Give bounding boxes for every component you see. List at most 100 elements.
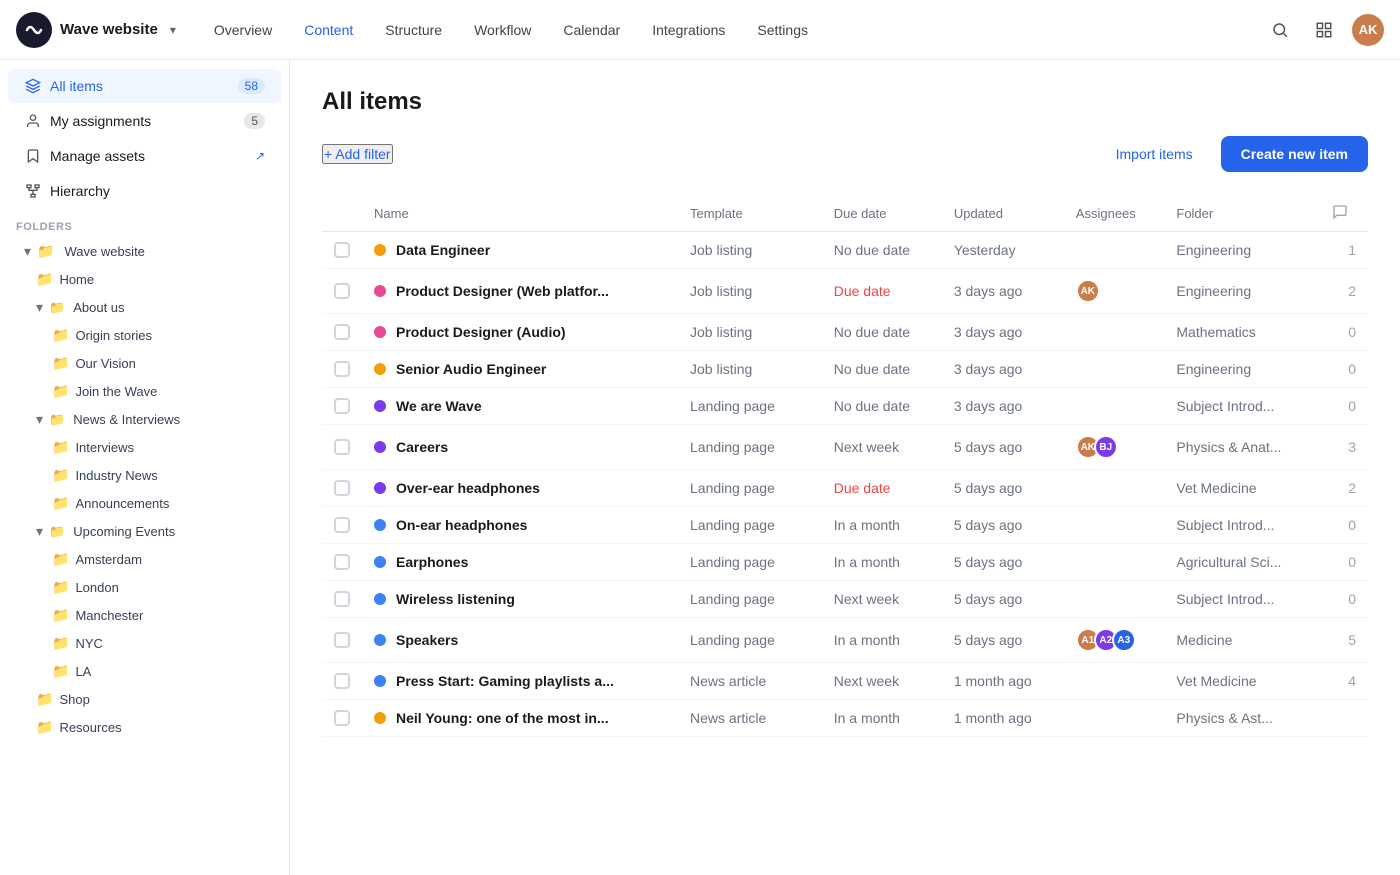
folder-icon: 📁 xyxy=(52,635,69,652)
nav-structure[interactable]: Structure xyxy=(371,16,456,44)
folder-industry-news[interactable]: 📁 Industry News xyxy=(8,462,281,489)
row-comment-count: 0 xyxy=(1320,351,1368,388)
row-due-date: In a month xyxy=(822,700,942,737)
row-updated: 5 days ago xyxy=(942,544,1064,581)
status-dot xyxy=(374,363,386,375)
folder-icon: ▾ xyxy=(36,299,43,316)
row-checkbox[interactable] xyxy=(334,242,350,258)
folder-interviews[interactable]: 📁 Interviews xyxy=(8,434,281,461)
row-checkbox[interactable] xyxy=(334,517,350,533)
row-template: News article xyxy=(678,663,822,700)
grid-button[interactable] xyxy=(1308,14,1340,46)
row-checkbox[interactable] xyxy=(334,439,350,455)
row-updated: 1 month ago xyxy=(942,700,1064,737)
row-checkbox[interactable] xyxy=(334,673,350,689)
row-checkbox[interactable] xyxy=(334,554,350,570)
row-name: Over-ear headphones xyxy=(374,480,666,496)
import-button[interactable]: Import items xyxy=(1100,136,1209,172)
assignee-avatar: AK xyxy=(1076,279,1100,303)
folder-about-us[interactable]: ▾ 📁 About us xyxy=(8,294,281,321)
folder-upcoming-events[interactable]: ▾ 📁 Upcoming Events xyxy=(8,518,281,545)
folder-origin-stories[interactable]: 📁 Origin stories xyxy=(8,322,281,349)
sidebar-manage-assets[interactable]: Manage assets ↗ xyxy=(8,139,281,173)
nav-integrations[interactable]: Integrations xyxy=(638,16,739,44)
table-row[interactable]: EarphonesLanding pageIn a month5 days ag… xyxy=(322,544,1368,581)
row-template: Job listing xyxy=(678,351,822,388)
folder-announcements[interactable]: 📁 Announcements xyxy=(8,490,281,517)
row-checkbox[interactable] xyxy=(334,361,350,377)
table-row[interactable]: We are WaveLanding pageNo due date3 days… xyxy=(322,388,1368,425)
assignee-avatar: A3 xyxy=(1112,628,1136,652)
folder-manchester[interactable]: 📁 Manchester xyxy=(8,602,281,629)
status-dot xyxy=(374,519,386,531)
assignee-avatar: BJ xyxy=(1094,435,1118,459)
row-comment-count: 0 xyxy=(1320,388,1368,425)
row-updated: 3 days ago xyxy=(942,269,1064,314)
row-assignees xyxy=(1064,663,1165,700)
table-row[interactable]: Over-ear headphonesLanding pageDue date5… xyxy=(322,470,1368,507)
nav-overview[interactable]: Overview xyxy=(200,16,286,44)
main-layout: All items 58 My assignments 5 Manage ass… xyxy=(0,60,1400,875)
row-comment-count: 0 xyxy=(1320,544,1368,581)
sidebar-my-assignments[interactable]: My assignments 5 xyxy=(8,104,281,138)
row-checkbox[interactable] xyxy=(334,480,350,496)
status-dot xyxy=(374,244,386,256)
table-row[interactable]: Data EngineerJob listingNo due dateYeste… xyxy=(322,232,1368,269)
row-assignees xyxy=(1064,388,1165,425)
row-name: On-ear headphones xyxy=(374,517,666,533)
folder-london[interactable]: 📁 London xyxy=(8,574,281,601)
create-button[interactable]: Create new item xyxy=(1221,136,1368,172)
table-row[interactable]: Senior Audio EngineerJob listingNo due d… xyxy=(322,351,1368,388)
table-row[interactable]: Neil Young: one of the most in...News ar… xyxy=(322,700,1368,737)
folder-join-the-wave[interactable]: 📁 Join the Wave xyxy=(8,378,281,405)
site-dropdown-arrow[interactable]: ▾ xyxy=(170,23,176,37)
row-template: Job listing xyxy=(678,314,822,351)
table-row[interactable]: Product Designer (Audio)Job listingNo du… xyxy=(322,314,1368,351)
row-folder: Subject Introd... xyxy=(1164,388,1320,425)
add-filter-button[interactable]: + Add filter xyxy=(322,144,393,164)
row-template: Landing page xyxy=(678,581,822,618)
row-folder: Engineering xyxy=(1164,269,1320,314)
row-checkbox[interactable] xyxy=(334,591,350,607)
row-checkbox[interactable] xyxy=(334,324,350,340)
row-due-date: In a month xyxy=(822,544,942,581)
status-dot xyxy=(374,285,386,297)
table-row[interactable]: Press Start: Gaming playlists a...News a… xyxy=(322,663,1368,700)
row-checkbox[interactable] xyxy=(334,283,350,299)
search-button[interactable] xyxy=(1264,14,1296,46)
folder-nyc[interactable]: 📁 NYC xyxy=(8,630,281,657)
folder-emoji: 📁 xyxy=(37,243,54,260)
folder-our-vision[interactable]: 📁 Our Vision xyxy=(8,350,281,377)
folder-resources[interactable]: 📁 Resources xyxy=(8,714,281,741)
table-row[interactable]: CareersLanding pageNext week5 days agoAK… xyxy=(322,425,1368,470)
col-header-folder: Folder xyxy=(1164,196,1320,232)
nav-workflow[interactable]: Workflow xyxy=(460,16,545,44)
all-items-badge: 58 xyxy=(238,78,265,94)
table-row[interactable]: SpeakersLanding pageIn a month5 days ago… xyxy=(322,618,1368,663)
folder-news-interviews[interactable]: ▾ 📁 News & Interviews xyxy=(8,406,281,433)
table-row[interactable]: Product Designer (Web platfor...Job list… xyxy=(322,269,1368,314)
folder-la[interactable]: 📁 LA xyxy=(8,658,281,685)
status-dot xyxy=(374,675,386,687)
user-avatar[interactable]: AK xyxy=(1352,14,1384,46)
folder-amsterdam[interactable]: 📁 Amsterdam xyxy=(8,546,281,573)
sidebar-all-items[interactable]: All items 58 xyxy=(8,69,281,103)
logo-area[interactable]: Wave website ▾ xyxy=(16,12,176,48)
folder-wave-website[interactable]: ▾ 📁 Wave website xyxy=(8,238,281,265)
folder-shop[interactable]: 📁 Shop xyxy=(8,686,281,713)
hierarchy-label: Hierarchy xyxy=(50,183,265,199)
nav-content[interactable]: Content xyxy=(290,16,367,44)
row-checkbox[interactable] xyxy=(334,632,350,648)
sidebar-hierarchy[interactable]: Hierarchy xyxy=(8,174,281,208)
folder-icon: ▾ xyxy=(36,523,43,540)
table-row[interactable]: Wireless listeningLanding pageNext week5… xyxy=(322,581,1368,618)
row-checkbox[interactable] xyxy=(334,710,350,726)
row-name: Neil Young: one of the most in... xyxy=(374,710,666,726)
row-due-date: Due date xyxy=(822,269,942,314)
row-due-date: In a month xyxy=(822,507,942,544)
table-row[interactable]: On-ear headphonesLanding pageIn a month5… xyxy=(322,507,1368,544)
nav-settings[interactable]: Settings xyxy=(743,16,822,44)
row-checkbox[interactable] xyxy=(334,398,350,414)
nav-calendar[interactable]: Calendar xyxy=(549,16,634,44)
folder-home[interactable]: 📁 Home xyxy=(8,266,281,293)
